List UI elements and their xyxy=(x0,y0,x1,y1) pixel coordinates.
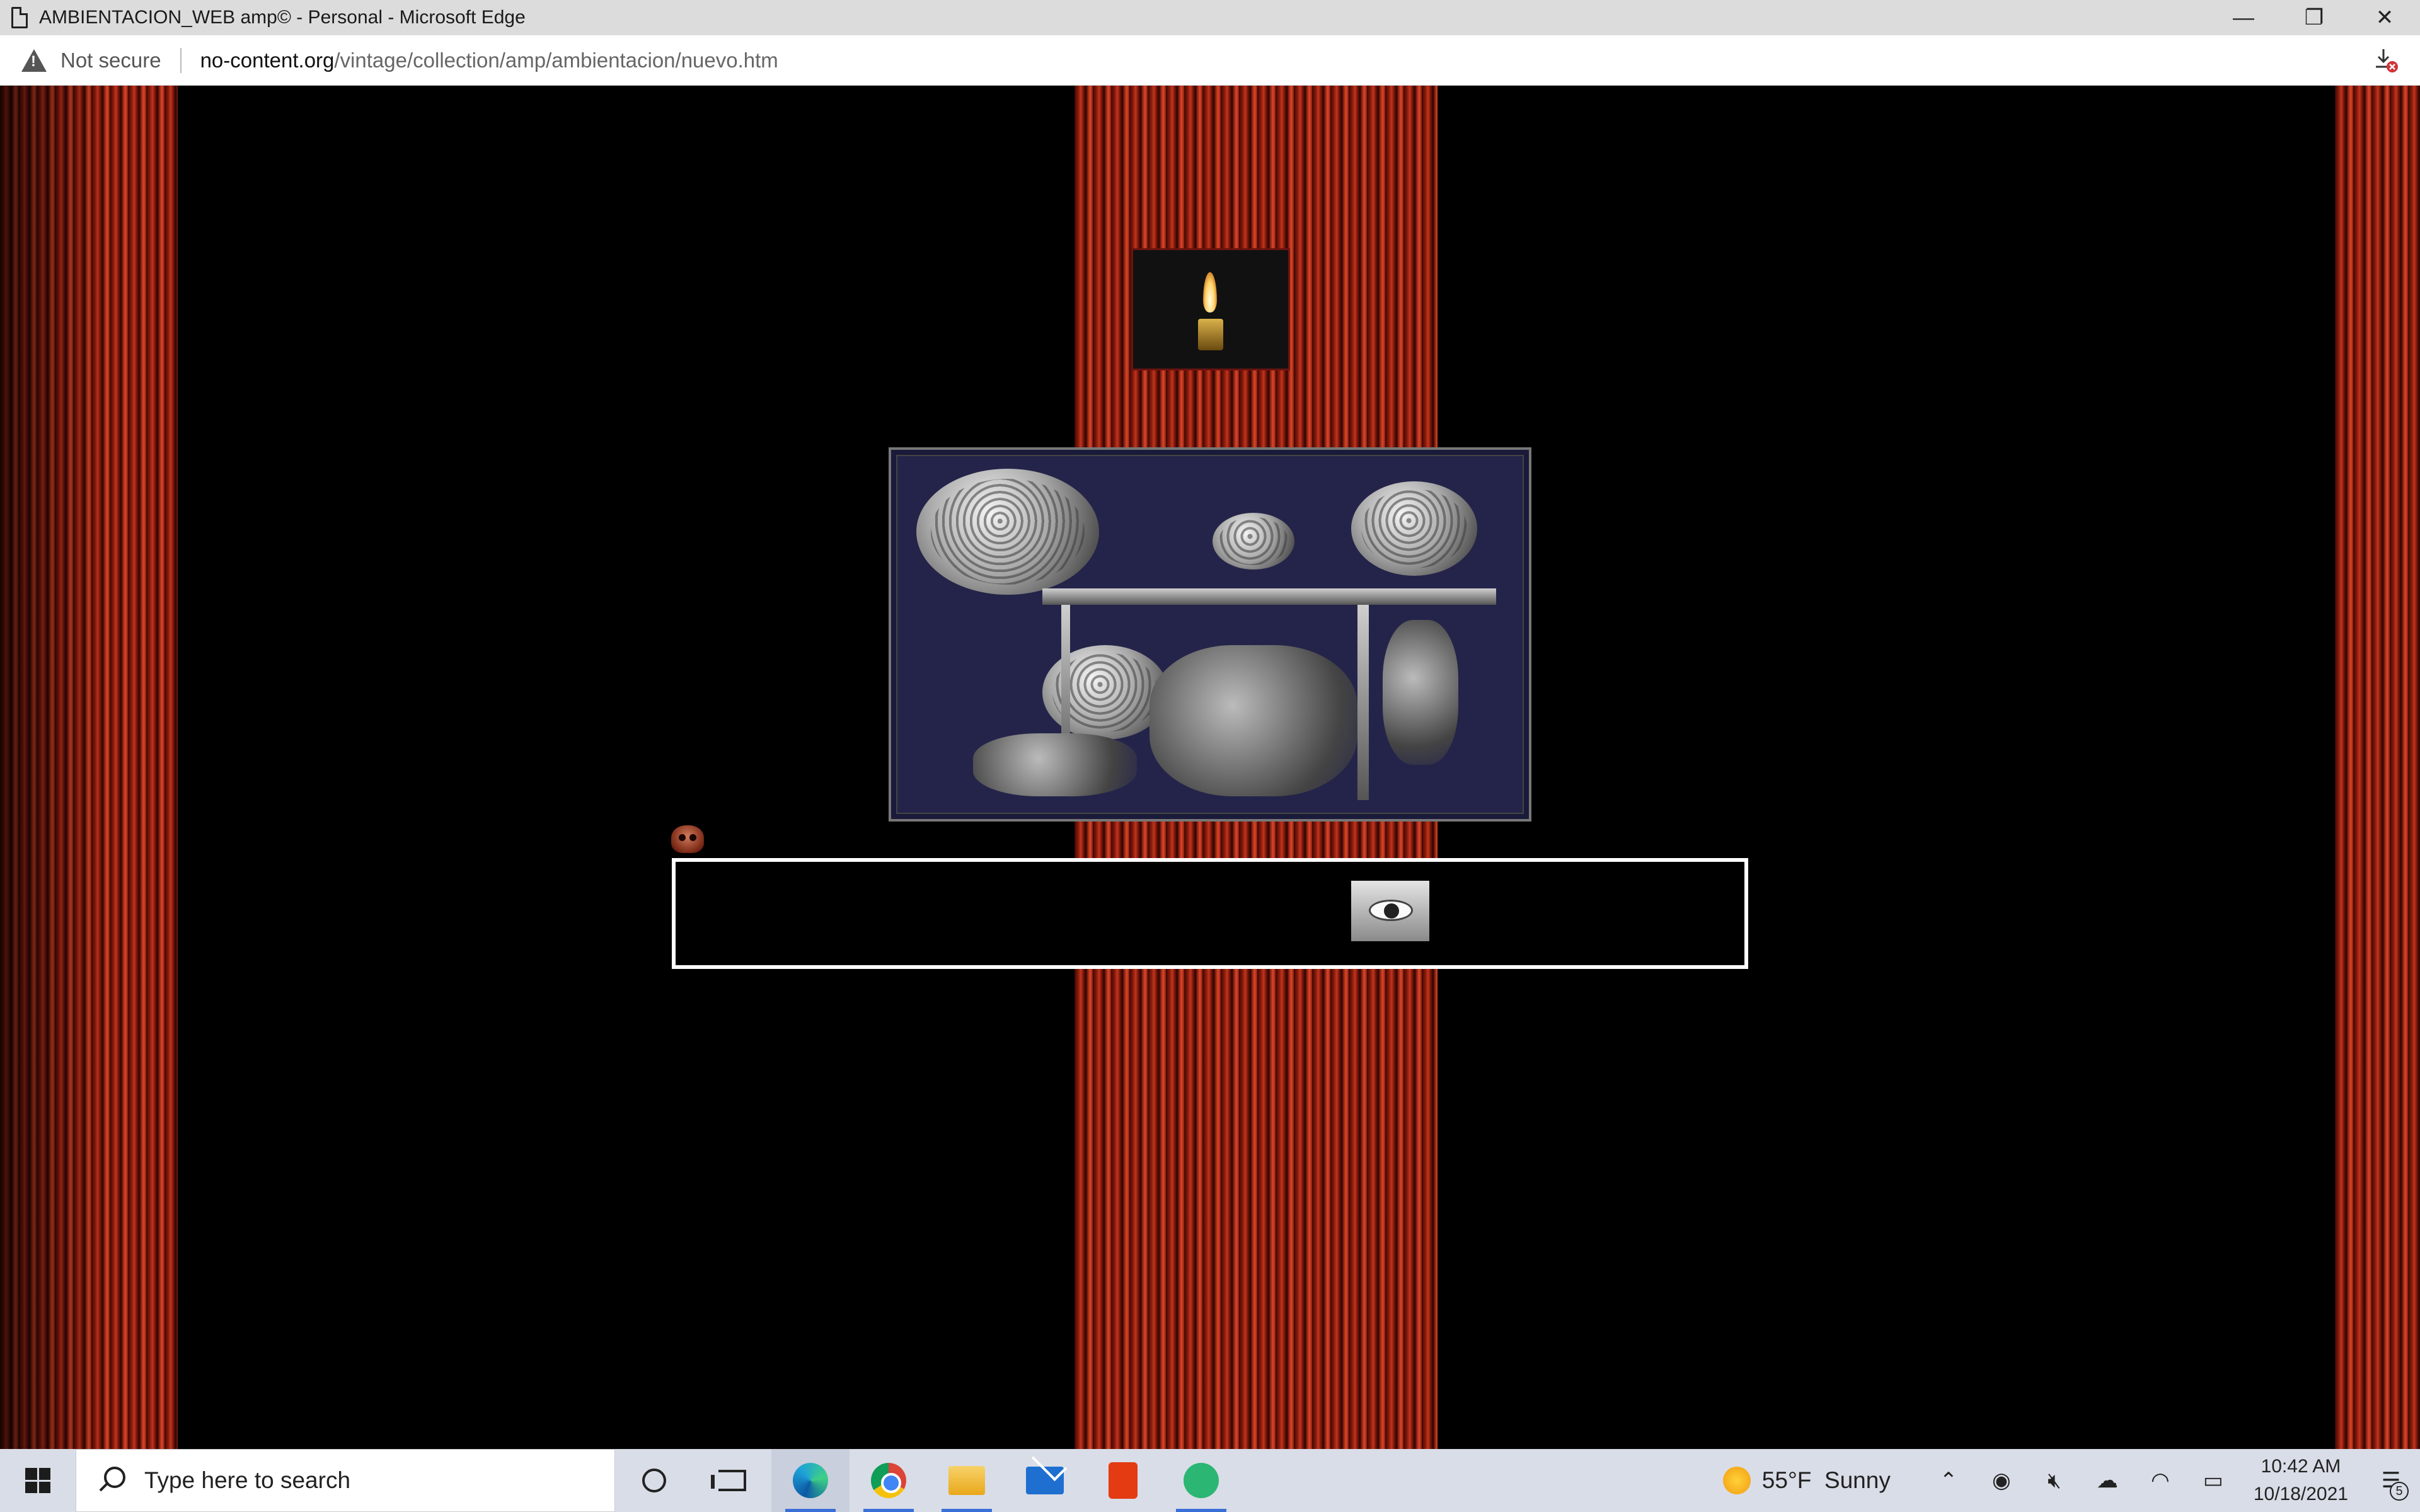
start-button[interactable] xyxy=(0,1449,76,1512)
chrome-icon xyxy=(871,1463,906,1498)
folder-icon xyxy=(948,1466,985,1495)
clock-time: 10:42 AM xyxy=(2261,1456,2341,1477)
sun-icon[interactable] xyxy=(1722,1467,1751,1494)
wifi-icon[interactable]: ◠ xyxy=(2134,1468,2187,1493)
skull-icon[interactable] xyxy=(671,825,704,853)
office-icon xyxy=(1109,1462,1138,1499)
battery-icon[interactable]: ▭ xyxy=(2187,1468,2240,1493)
download-blocked-icon[interactable] xyxy=(2375,48,2399,73)
window-title: AMBIENTACION_WEB amp© - Personal - Micro… xyxy=(39,7,526,28)
system-tray: 55°F Sunny ⌃ ◉ 🔇︎ ☁ ◠ ▭ 10:42 AM 10/18/2… xyxy=(1722,1449,2420,1512)
notification-center-button[interactable]: ☰ 5 xyxy=(2362,1449,2420,1512)
clock[interactable]: 10:42 AM 10/18/2021 xyxy=(2254,1453,2348,1508)
steam-icon[interactable]: ◉ xyxy=(1975,1468,2028,1493)
title-bar: AMBIENTACION_WEB amp© - Personal - Micro… xyxy=(0,0,2420,35)
taskbar-file-explorer[interactable] xyxy=(928,1449,1006,1512)
search-placeholder: Type here to search xyxy=(144,1467,351,1493)
restore-button[interactable]: ❐ xyxy=(2279,0,2349,35)
atom-icon xyxy=(1184,1463,1219,1498)
taskbar-office[interactable] xyxy=(1084,1449,1162,1512)
page-icon xyxy=(11,7,28,28)
window-controls: — ❐ ✕ xyxy=(2208,0,2420,35)
cortana-icon xyxy=(642,1469,666,1492)
taskbar: Type here to search 55°F Sunny ⌃ ◉ 🔇︎ ☁ … xyxy=(0,1449,2420,1512)
weather-widget[interactable]: 55°F Sunny xyxy=(1762,1467,1891,1494)
clock-date: 10/18/2021 xyxy=(2253,1484,2348,1504)
windows-logo-icon xyxy=(25,1468,50,1493)
curtain-left xyxy=(0,86,178,1449)
mail-icon xyxy=(1026,1467,1064,1494)
minimize-button[interactable]: — xyxy=(2208,0,2279,35)
eye-image xyxy=(1351,881,1429,941)
brains-scene-image xyxy=(889,447,1531,822)
close-button[interactable]: ✕ xyxy=(2349,0,2420,35)
address-bar[interactable]: Not secure no-content.org /vintage/colle… xyxy=(0,35,2420,86)
page-content xyxy=(0,86,2420,1449)
eye-banner-box xyxy=(672,858,1748,969)
speaker-muted-icon[interactable]: 🔇︎ xyxy=(2028,1469,2081,1493)
onedrive-icon[interactable]: ☁ xyxy=(2081,1468,2134,1493)
notification-badge: 5 xyxy=(2390,1482,2409,1501)
address-separator xyxy=(180,47,182,73)
taskbar-edge[interactable] xyxy=(771,1449,850,1512)
candle-image xyxy=(1131,248,1290,370)
warning-icon[interactable] xyxy=(21,49,47,72)
task-view-button[interactable] xyxy=(693,1449,771,1512)
taskbar-search[interactable]: Type here to search xyxy=(76,1449,615,1512)
taskbar-atom[interactable] xyxy=(1162,1449,1240,1512)
url-host[interactable]: no-content.org xyxy=(200,49,335,72)
url-path[interactable]: /vintage/collection/amp/ambientacion/nue… xyxy=(334,49,778,72)
search-icon xyxy=(98,1467,125,1494)
taskbar-chrome[interactable] xyxy=(850,1449,928,1512)
taskbar-mail[interactable] xyxy=(1006,1449,1084,1512)
security-label[interactable]: Not secure xyxy=(60,49,161,72)
chevron-up-icon[interactable]: ⌃ xyxy=(1922,1468,1975,1493)
cortana-button[interactable] xyxy=(615,1449,693,1512)
curtain-right xyxy=(2335,86,2420,1449)
task-view-icon xyxy=(711,1470,746,1491)
edge-icon xyxy=(793,1463,828,1498)
